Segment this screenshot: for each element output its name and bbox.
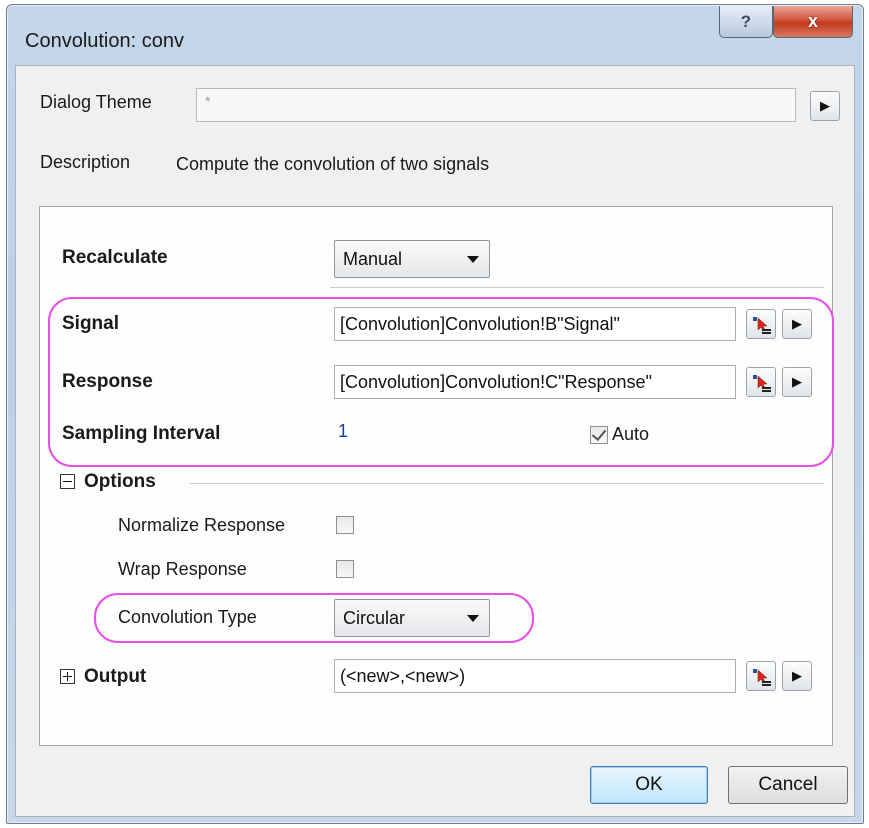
ok-button[interactable]: OK [590,766,708,804]
output-label: Output [84,666,147,687]
dialog-window: Convolution: conv ? x Dialog Theme * ▶ D… [6,4,864,824]
highlight-signal-group [48,297,834,467]
expand-icon[interactable] [60,669,75,684]
cancel-button[interactable]: Cancel [728,766,848,804]
recalculate-dropdown[interactable]: Manual [334,240,490,278]
recalculate-selected: Manual [343,249,403,269]
help-icon: ? [740,11,752,31]
close-button[interactable]: x [773,6,853,38]
output-select-range-button[interactable] [746,661,776,691]
dialog-theme-menu-button[interactable]: ▶ [810,91,840,121]
title-bar[interactable]: Convolution: conv ? x [7,5,863,65]
highlight-convolution-type [94,593,534,643]
wrap-response-label: Wrap Response [118,559,247,579]
description-label: Description [40,152,131,172]
dialog-theme-combo[interactable]: * [196,88,796,122]
select-range-icon [753,669,771,686]
normalize-response-label: Normalize Response [118,515,286,535]
settings-panel: Recalculate Manual Signal [Convolution]C… [39,206,834,746]
divider [330,287,824,288]
recalculate-label: Recalculate [62,247,168,268]
dropdown-arrow-icon [467,256,479,263]
help-button[interactable]: ? [719,6,773,38]
description-text: Compute the convolution of two signals [176,154,490,174]
window-title: Convolution: conv [25,30,184,52]
arrow-right-icon: ▶ [820,98,830,113]
divider [190,483,824,484]
output-menu-button[interactable]: ▶ [782,661,812,691]
close-icon: x [807,11,818,31]
dialog-theme-value: * [205,93,211,109]
normalize-response-checkbox[interactable] [336,516,354,534]
output-input[interactable]: (<new>,<new>) [334,659,736,693]
collapse-icon[interactable] [60,474,75,489]
dialog-theme-label: Dialog Theme [40,92,152,112]
options-label: Options [84,471,156,492]
arrow-right-icon: ▶ [792,668,802,683]
wrap-response-checkbox[interactable] [336,560,354,578]
output-value: (<new>,<new>) [340,666,466,686]
dialog-client-area: Dialog Theme * ▶ Description Compute the… [15,65,855,817]
